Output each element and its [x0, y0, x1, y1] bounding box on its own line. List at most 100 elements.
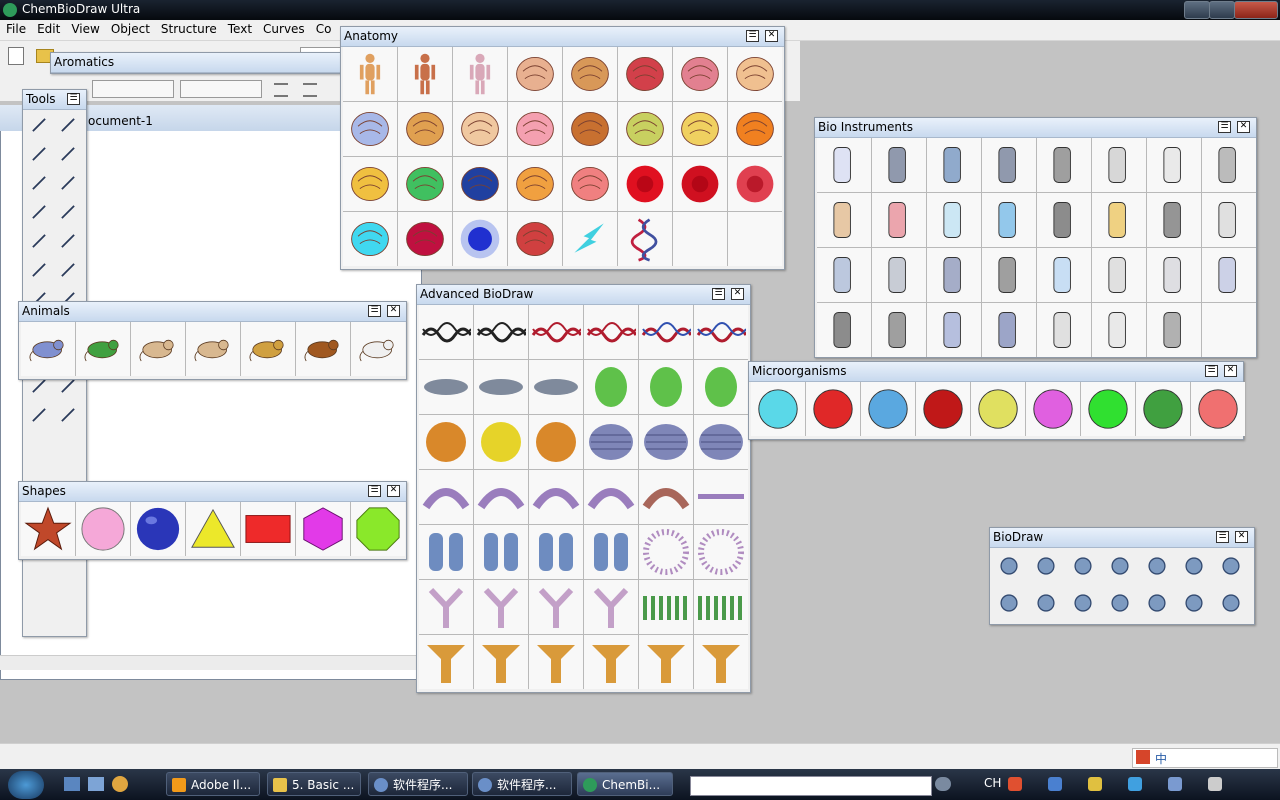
- animals-close-button[interactable]: ✕: [387, 305, 400, 317]
- blobs-shape-icon[interactable]: [584, 360, 638, 414]
- dropper-icon[interactable]: [927, 138, 981, 192]
- hexagon-cell-icon[interactable]: [998, 592, 1020, 614]
- red-blood-cell-icon[interactable]: [618, 157, 672, 211]
- female-figure-icon[interactable]: [453, 47, 507, 101]
- cycle-arrow-icon[interactable]: [1220, 592, 1242, 614]
- neuron-green-icon[interactable]: [398, 157, 452, 211]
- anatomy-menu-button[interactable]: ☰: [746, 30, 759, 42]
- show-desktop-icon[interactable]: [64, 777, 80, 791]
- bio-instruments-close-button[interactable]: ✕: [1237, 121, 1250, 133]
- hashed-bond-tool-icon[interactable]: [28, 259, 50, 281]
- anatomy-close-button[interactable]: ✕: [765, 30, 778, 42]
- organelles-shape-icon[interactable]: [694, 415, 748, 469]
- size-select[interactable]: [180, 80, 262, 98]
- new-document-icon[interactable]: [8, 47, 24, 65]
- align-center-icon[interactable]: [303, 83, 317, 97]
- membrane-curve-icon[interactable]: [998, 555, 1020, 577]
- fly-icon[interactable]: [21, 322, 75, 376]
- tube-rack-icon[interactable]: [817, 193, 871, 247]
- blobs-shape-icon[interactable]: [694, 360, 748, 414]
- minimize-button[interactable]: [1184, 1, 1210, 19]
- blobs-shape-icon[interactable]: [639, 360, 693, 414]
- heart-red-icon[interactable]: [618, 47, 672, 101]
- align-left-icon[interactable]: [274, 83, 288, 97]
- microscope-icon[interactable]: [1037, 193, 1091, 247]
- pancreas-icon[interactable]: [728, 47, 782, 101]
- menu-file[interactable]: File: [0, 20, 31, 36]
- mortar-icon[interactable]: [1092, 138, 1146, 192]
- male-figure-icon[interactable]: [343, 47, 397, 101]
- rat-icon[interactable]: [131, 322, 185, 376]
- antibody-shape-icon[interactable]: [694, 580, 748, 634]
- tube-rack-colored-icon[interactable]: [872, 193, 926, 247]
- heart-pink-icon[interactable]: [673, 47, 727, 101]
- muscle-tissue-icon[interactable]: [508, 212, 562, 266]
- test-tube-icon[interactable]: [927, 193, 981, 247]
- lightning-cyan-icon[interactable]: [563, 212, 617, 266]
- lasso-tool-icon[interactable]: [28, 114, 50, 136]
- dna-shape-icon[interactable]: [694, 305, 748, 359]
- channel-icon[interactable]: [1146, 555, 1168, 577]
- channels-shape-icon[interactable]: [694, 525, 748, 579]
- golgi-shape-icon[interactable]: [419, 470, 473, 524]
- golgi-shape-icon[interactable]: [584, 470, 638, 524]
- golgi-shape-icon[interactable]: [639, 470, 693, 524]
- antibody-shape-icon[interactable]: [639, 580, 693, 634]
- virus-icon[interactable]: [1220, 555, 1242, 577]
- graduated-cylinder-icon[interactable]: [1147, 303, 1201, 357]
- help-icon[interactable]: [1168, 777, 1182, 791]
- channels-shape-icon[interactable]: [419, 525, 473, 579]
- culture-dish-icon[interactable]: [1147, 248, 1201, 302]
- mouse-brown-icon[interactable]: [296, 322, 350, 376]
- channels-shape-icon[interactable]: [529, 525, 583, 579]
- clock-icon[interactable]: [1208, 777, 1222, 791]
- neuron-orange-icon[interactable]: [728, 102, 782, 156]
- kidney-icon[interactable]: [398, 102, 452, 156]
- bacteria-red-icon[interactable]: [916, 382, 970, 436]
- red-blood-cell-dark-icon[interactable]: [673, 157, 727, 211]
- menu-co[interactable]: Co: [310, 20, 337, 36]
- petri-dish-icon[interactable]: [1092, 248, 1146, 302]
- task-software-2[interactable]: 软件程序...: [472, 772, 572, 796]
- dna-helix-icon[interactable]: [618, 212, 672, 266]
- protein-icon[interactable]: [1072, 592, 1094, 614]
- menu-object[interactable]: Object: [105, 20, 155, 36]
- paramecium-icon[interactable]: [1136, 382, 1190, 436]
- bacterium-yellow-icon[interactable]: [971, 382, 1025, 436]
- phage-green-icon[interactable]: [1081, 382, 1135, 436]
- blood-cells-stack-icon[interactable]: [728, 157, 782, 211]
- switch-windows-icon[interactable]: [88, 777, 104, 791]
- arrow-tool-icon[interactable]: [57, 259, 79, 281]
- dna-shape-icon[interactable]: [419, 305, 473, 359]
- green-octagon-icon[interactable]: [351, 502, 405, 556]
- advanced-biodraw-close-button[interactable]: ✕: [731, 288, 744, 300]
- thyroid-icon[interactable]: [508, 102, 562, 156]
- head-brain-icon[interactable]: [508, 47, 562, 101]
- tumor-cell-icon[interactable]: [398, 212, 452, 266]
- organelles-shape-icon[interactable]: [419, 415, 473, 469]
- liver-icon[interactable]: [563, 102, 617, 156]
- microplate-icon[interactable]: [872, 248, 926, 302]
- virus-cyan-icon[interactable]: [751, 382, 805, 436]
- microbe-purple-icon[interactable]: [1026, 382, 1080, 436]
- bold-bond-tool-icon[interactable]: [28, 201, 50, 223]
- antibody-icon[interactable]: [1072, 555, 1094, 577]
- beads-icon[interactable]: [1109, 592, 1131, 614]
- chromosome-pink-icon[interactable]: [563, 157, 617, 211]
- biodraw-close-button[interactable]: ✕: [1235, 531, 1248, 543]
- red-rectangle-icon[interactable]: [241, 502, 295, 556]
- cyan-cell-icon[interactable]: [343, 212, 397, 266]
- magenta-hexagon-icon[interactable]: [296, 502, 350, 556]
- task-chembio[interactable]: ChemBi...: [577, 772, 673, 796]
- shapes-menu-button[interactable]: ☰: [368, 485, 381, 497]
- scissors-icon[interactable]: [1037, 138, 1091, 192]
- pentagon-tool-icon[interactable]: [28, 404, 50, 426]
- volume-icon[interactable]: [1008, 777, 1022, 791]
- dna-shape-icon[interactable]: [639, 305, 693, 359]
- dna-shape-icon[interactable]: [474, 305, 528, 359]
- tools-menu-button[interactable]: ☰: [67, 93, 80, 105]
- bio-instruments-menu-button[interactable]: ☰: [1218, 121, 1231, 133]
- maximize-button[interactable]: [1209, 1, 1235, 19]
- channels-shape-icon[interactable]: [639, 525, 693, 579]
- tray-icon[interactable]: [1037, 248, 1091, 302]
